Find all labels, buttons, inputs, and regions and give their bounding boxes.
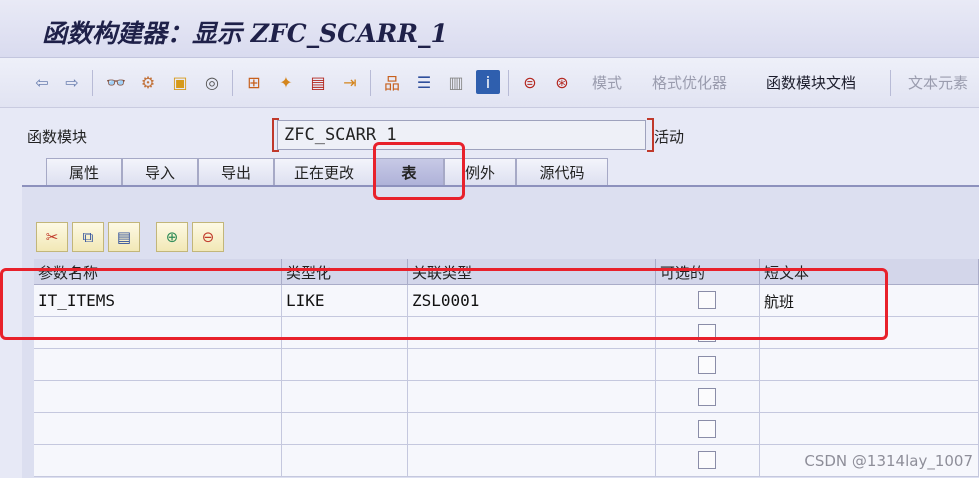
toolbar-separator [508, 70, 509, 96]
optional-cell [656, 381, 760, 413]
title-bar: 函数构建器：显示 ZFC_SCARR_1 [0, 0, 979, 58]
param-name-cell[interactable] [34, 413, 282, 445]
pattern-button[interactable]: 模式 [592, 72, 622, 93]
tab-attributes[interactable]: 属性 [46, 158, 122, 186]
param-name-cell[interactable] [34, 381, 282, 413]
list-icon[interactable]: ▥ [444, 70, 468, 94]
toolbar-separator [890, 70, 891, 96]
stack-icon[interactable]: ☰ [412, 70, 436, 94]
gear-people-icon[interactable]: ⚙ [136, 70, 160, 94]
cut-icon[interactable]: ✂ [36, 222, 68, 252]
typing-cell[interactable] [282, 445, 408, 477]
toolbar-separator [370, 70, 371, 96]
tree-icon[interactable]: 品 [380, 70, 404, 94]
watermark-text: CSDN @1314lay_1007 [804, 452, 973, 470]
annotation-highlight-tab [373, 142, 465, 200]
param-name-cell[interactable] [34, 445, 282, 477]
window-title: 函数构建器：显示 ZFC_SCARR_1 [42, 19, 448, 48]
forward-icon[interactable]: ⇨ [60, 70, 84, 94]
magic-wand-icon[interactable]: ✦ [274, 70, 298, 94]
optional-cell [656, 349, 760, 381]
hierarchy-icon[interactable]: ⊞ [242, 70, 266, 94]
short-text-cell[interactable] [760, 381, 979, 413]
optional-checkbox[interactable] [698, 420, 716, 438]
tab-import[interactable]: 导入 [122, 158, 198, 186]
typing-cell[interactable] [282, 349, 408, 381]
insert-row-icon[interactable]: ⊕ [156, 222, 188, 252]
optional-cell [656, 413, 760, 445]
associated-type-cell[interactable] [408, 381, 656, 413]
pretty-printer-button[interactable]: 格式优化器 [652, 72, 727, 93]
back-icon[interactable]: ⇦ [30, 70, 54, 94]
associated-type-cell[interactable] [408, 349, 656, 381]
tab-source-code[interactable]: 源代码 [516, 158, 608, 186]
param-name-cell[interactable] [34, 349, 282, 381]
object-copy-icon[interactable]: ▣ [168, 70, 192, 94]
info-icon[interactable]: i [476, 70, 500, 94]
optional-cell [656, 445, 760, 477]
typing-cell[interactable] [282, 381, 408, 413]
pattern-icon[interactable]: ⊜ [518, 70, 542, 94]
associated-type-cell[interactable] [408, 413, 656, 445]
toolbar-separator [232, 70, 233, 96]
toolbar-separator [92, 70, 93, 96]
text-elements-button[interactable]: 文本元素 [908, 72, 968, 93]
status-text: 活动 [654, 128, 685, 146]
required-bracket-right [647, 118, 654, 152]
delete-row-icon[interactable]: ⊖ [192, 222, 224, 252]
short-text-cell[interactable] [760, 413, 979, 445]
annotation-highlight-row [0, 268, 888, 340]
application-toolbar: ⇦ ⇨ 👓 ⚙ ▣ ◎ ⊞ ✦ ▤ ⇥ 品 ☰ ▥ i ⊜ ⊛ 模式 格式优化器… [0, 58, 979, 108]
tab-changing[interactable]: 正在更改 [274, 158, 374, 186]
display-object-icon[interactable]: ▤ [306, 70, 330, 94]
optional-checkbox[interactable] [698, 356, 716, 374]
optional-checkbox[interactable] [698, 451, 716, 469]
optional-checkbox[interactable] [698, 388, 716, 406]
move-object-icon[interactable]: ⇥ [338, 70, 362, 94]
short-text-cell[interactable] [760, 349, 979, 381]
typing-cell[interactable] [282, 413, 408, 445]
paste-icon[interactable]: ▤ [108, 222, 140, 252]
fm-documentation-button[interactable]: 函数模块文档 [766, 72, 856, 93]
pretty-print-icon[interactable]: ⊛ [550, 70, 574, 94]
associated-type-cell[interactable] [408, 445, 656, 477]
copy-icon[interactable]: ⧉ [72, 222, 104, 252]
tab-export[interactable]: 导出 [198, 158, 274, 186]
function-module-label: 函数模块 [27, 128, 88, 146]
spiral-icon[interactable]: ◎ [200, 70, 224, 94]
glasses-icon[interactable]: 👓 [104, 70, 128, 94]
